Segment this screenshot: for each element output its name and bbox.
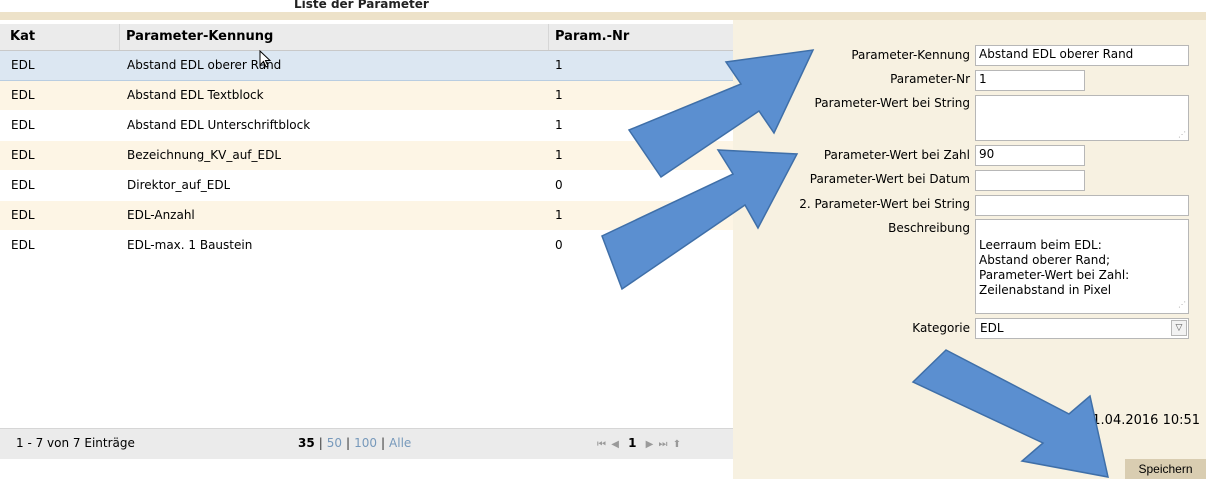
scroll-top-icon[interactable]: ⬆ bbox=[673, 439, 682, 450]
wert-string2-field[interactable] bbox=[975, 195, 1189, 216]
cell-nr: 1 bbox=[555, 118, 563, 132]
page-size-all[interactable]: Alle bbox=[389, 436, 411, 450]
pager-navigation: ⏮ ◀ 1 ▶ ⏭ ⬆ bbox=[597, 436, 682, 450]
parameter-grid: Kat Parameter-Kennung Param.-Nr EDL Abst… bbox=[0, 20, 733, 460]
mouse-cursor-icon bbox=[259, 50, 272, 68]
cell-nr: 1 bbox=[555, 58, 563, 72]
cell-kennung: Bezeichnung_KV_auf_EDL bbox=[127, 148, 282, 162]
column-header-kennung[interactable]: Parameter-Kennung bbox=[119, 24, 548, 50]
cell-kennung: EDL-Anzahl bbox=[127, 208, 195, 222]
pager-info: 1 - 7 von 7 Einträge bbox=[16, 436, 135, 450]
pager-separator: | bbox=[346, 436, 351, 450]
table-row[interactable]: EDL Abstand EDL oberer Rand 1 bbox=[0, 51, 733, 81]
cell-nr: 1 bbox=[555, 148, 563, 162]
beschreibung-label: Beschreibung bbox=[888, 221, 970, 235]
wert-string-field[interactable]: ⋰ bbox=[975, 95, 1189, 141]
wert-datum-label: Parameter-Wert bei Datum bbox=[809, 172, 970, 186]
table-row[interactable]: EDL EDL-Anzahl 1 bbox=[0, 201, 733, 231]
cell-kat: EDL bbox=[11, 118, 35, 132]
page-size-50[interactable]: 50 bbox=[327, 436, 342, 450]
last-modified-timestamp: 11.04.2016 10:51 bbox=[1084, 413, 1201, 428]
cell-kat: EDL bbox=[11, 238, 35, 252]
table-row[interactable]: EDL Abstand EDL Unterschriftblock 1 bbox=[0, 111, 733, 141]
grid-rows: EDL Abstand EDL oberer Rand 1 EDL Abstan… bbox=[0, 51, 733, 261]
top-bar: Liste der Parameter bbox=[0, 0, 1206, 20]
grid-header: Kat Parameter-Kennung Param.-Nr bbox=[0, 24, 733, 51]
save-button[interactable]: Speichern bbox=[1125, 459, 1206, 479]
cell-kat: EDL bbox=[11, 178, 35, 192]
pager-separator: | bbox=[380, 436, 386, 450]
kategorie-select[interactable]: EDL ▽ bbox=[975, 318, 1189, 339]
resize-grip-icon[interactable]: ⋰ bbox=[1178, 297, 1186, 312]
column-header-nr[interactable]: Param.-Nr bbox=[548, 24, 733, 50]
chevron-down-icon[interactable]: ▽ bbox=[1171, 320, 1187, 336]
kennung-field[interactable]: Abstand EDL oberer Rand bbox=[975, 45, 1189, 66]
cell-kat: EDL bbox=[11, 148, 35, 162]
nr-label: Parameter-Nr bbox=[890, 72, 970, 86]
list-title: Liste der Parameter bbox=[294, 0, 429, 11]
prev-page-icon[interactable]: ◀ bbox=[611, 439, 620, 450]
next-page-icon[interactable]: ▶ bbox=[646, 439, 655, 450]
wert-string-label: Parameter-Wert bei String bbox=[814, 96, 970, 110]
cell-kennung: Abstand EDL Unterschriftblock bbox=[127, 118, 311, 132]
kennung-label: Parameter-Kennung bbox=[851, 48, 970, 62]
last-page-icon[interactable]: ⏭ bbox=[659, 439, 669, 450]
resize-grip-icon[interactable]: ⋰ bbox=[1178, 130, 1186, 139]
cell-nr: 0 bbox=[555, 238, 563, 252]
beschreibung-value: Leerraum beim EDL: Abstand oberer Rand; … bbox=[979, 238, 1130, 297]
cell-nr: 1 bbox=[555, 88, 563, 102]
wert-zahl-field[interactable]: 90 bbox=[975, 145, 1085, 166]
cell-kat: EDL bbox=[11, 88, 35, 102]
cell-kennung: Direktor_auf_EDL bbox=[127, 178, 231, 192]
cell-kennung: Abstand EDL Textblock bbox=[127, 88, 264, 102]
cell-nr: 1 bbox=[555, 208, 563, 222]
kategorie-value: EDL bbox=[980, 321, 1004, 335]
table-row[interactable]: EDL Abstand EDL Textblock 1 bbox=[0, 81, 733, 111]
beschreibung-field[interactable]: Leerraum beim EDL: Abstand oberer Rand; … bbox=[975, 219, 1189, 314]
cell-kennung: EDL-max. 1 Baustein bbox=[127, 238, 253, 252]
nr-field[interactable]: 1 bbox=[975, 70, 1085, 91]
pager-separator: | bbox=[318, 436, 323, 450]
page-size-100[interactable]: 100 bbox=[354, 436, 377, 450]
cell-nr: 0 bbox=[555, 178, 563, 192]
header-strip bbox=[0, 12, 1206, 20]
table-row[interactable]: EDL EDL-max. 1 Baustein 0 bbox=[0, 231, 733, 261]
first-page-icon[interactable]: ⏮ bbox=[597, 439, 607, 450]
current-page: 1 bbox=[628, 436, 638, 450]
cell-kat: EDL bbox=[11, 58, 35, 72]
page-size-35[interactable]: 35 bbox=[298, 436, 315, 450]
grid-pager: 1 - 7 von 7 Einträge 35 | 50 | 100 | Alle ⏮ ◀ … bbox=[0, 428, 733, 459]
table-row[interactable]: EDL Direktor_auf_EDL 0 bbox=[0, 171, 733, 201]
wert-zahl-label: Parameter-Wert bei Zahl bbox=[823, 148, 970, 162]
cell-kat: EDL bbox=[11, 208, 35, 222]
wert-string2-label: 2. Parameter-Wert bei String bbox=[799, 197, 970, 211]
page-size-selector: 35 | 50 | 100 | Alle bbox=[298, 436, 411, 450]
column-header-kat[interactable]: Kat bbox=[0, 24, 119, 50]
table-row[interactable]: EDL Bezeichnung_KV_auf_EDL 1 bbox=[0, 141, 733, 171]
kategorie-label: Kategorie bbox=[912, 321, 970, 335]
wert-datum-field[interactable] bbox=[975, 170, 1085, 191]
